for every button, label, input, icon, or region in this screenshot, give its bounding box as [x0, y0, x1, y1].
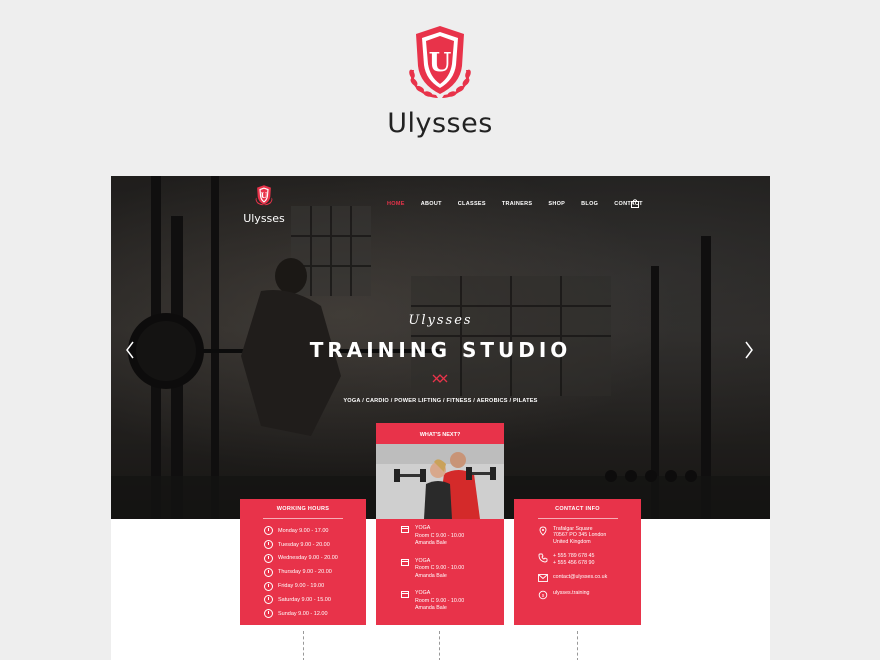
dashed-divider: [439, 631, 440, 660]
dashed-divider: [577, 631, 578, 660]
nav-shop[interactable]: SHOP: [548, 201, 565, 207]
envelope-icon: [538, 574, 548, 582]
svg-text:U: U: [429, 48, 452, 78]
calendar-icon: [401, 526, 409, 533]
shield-crest-icon: U: [409, 26, 471, 98]
list-item[interactable]: YOGA Room C 9.00 - 10.00 Amanda Bale: [401, 590, 464, 613]
clock-icon: [264, 581, 273, 591]
hero-title: TRAINING STUDIO: [309, 338, 572, 362]
hours-row: Thursday 9.00 - 20.00: [264, 565, 338, 579]
nav-classes[interactable]: CLASSES: [458, 201, 486, 207]
contact-info-title: CONTACT INFO: [555, 506, 600, 512]
working-hours-title: WORKING HOURS: [276, 506, 330, 512]
skype-icon: s: [538, 590, 548, 600]
main-nav: HOME ABOUT CLASSES TRAINERS SHOP BLOG CO…: [387, 201, 659, 207]
clock-icon: [264, 595, 273, 605]
svg-text:U: U: [261, 191, 268, 200]
email-link[interactable]: contact@ulysses.co.uk: [553, 574, 607, 582]
skype-link[interactable]: ulysses.training: [553, 590, 590, 600]
website-preview: U Ulysses HOME ABOUT CLASSES TRAINERS SH…: [111, 176, 770, 660]
brand-header: U Ulysses: [0, 24, 880, 139]
address-row: Trafalgar Square 70567 PO 345 London Uni…: [538, 526, 607, 545]
divider: [537, 518, 618, 519]
clock-icon: [264, 553, 273, 563]
skype-row: s ulysses.training: [538, 590, 607, 600]
class-list: YOGA Room C 9.00 - 10.00 Amanda Bale YOG…: [401, 525, 464, 623]
hours-row: Wednesday 9.00 - 20.00: [264, 552, 338, 566]
cross-ornament-icon: [432, 374, 448, 383]
email-row: contact@ulysses.co.uk: [538, 574, 607, 582]
list-item[interactable]: YOGA Room C 9.00 - 10.00 Amanda Bale: [401, 558, 464, 581]
clock-icon: [264, 567, 273, 577]
hours-row: Friday 9.00 - 19.00: [264, 579, 338, 593]
dashed-divider: [303, 631, 304, 660]
site-logo[interactable]: U Ulysses: [240, 184, 288, 225]
calendar-icon: [401, 591, 409, 598]
nav-about[interactable]: ABOUT: [421, 201, 442, 207]
hours-row: Saturday 9.00 - 15.00: [264, 593, 338, 607]
shield-crest-icon: U: [255, 185, 273, 206]
nav-home[interactable]: HOME: [387, 201, 405, 207]
list-item[interactable]: YOGA Room C 9.00 - 10.00 Amanda Bale: [401, 525, 464, 548]
clock-icon: [264, 540, 273, 550]
brand-name: Ulysses: [387, 108, 493, 139]
clock-icon: [264, 609, 273, 619]
phone-icon: [538, 553, 548, 563]
whats-next-title: WHAT'S NEXT?: [419, 432, 461, 438]
clock-icon: [264, 526, 273, 536]
working-hours-card: WORKING HOURS Monday 9.00 - 17.00 Tuesda…: [240, 499, 366, 625]
whats-next-card: WHAT'S NEXT? YOGA Room C 9.00 - 10.00 Am…: [376, 423, 504, 625]
calendar-icon: [401, 558, 409, 566]
contact-list: Trafalgar Square 70567 PO 345 London Uni…: [538, 526, 607, 608]
divider: [263, 518, 343, 519]
shopping-bag-icon[interactable]: [631, 199, 639, 208]
trainer-photo: [376, 444, 504, 519]
hero-script-title: Ulysses: [408, 313, 473, 328]
map-pin-icon: [539, 526, 547, 536]
svg-text:s: s: [542, 593, 545, 599]
site-logo-name: Ulysses: [243, 212, 285, 225]
hours-row: Tuesday 9.00 - 20.00: [264, 538, 338, 552]
contact-info-card: CONTACT INFO Trafalgar Square 70567 PO 3…: [514, 499, 641, 625]
phone-row: + 555 789 678 45 + 555 456 678 90: [538, 553, 607, 566]
hero-subtitle: YOGA / CARDIO / POWER LIFTING / FITNESS …: [343, 398, 538, 404]
hours-list: Monday 9.00 - 17.00 Tuesday 9.00 - 20.00…: [264, 524, 338, 621]
nav-blog[interactable]: BLOG: [581, 201, 598, 207]
nav-trainers[interactable]: TRAINERS: [502, 201, 533, 207]
hours-row: Sunday 9.00 - 12.00: [264, 607, 338, 621]
hours-row: Monday 9.00 - 17.00: [264, 524, 338, 538]
